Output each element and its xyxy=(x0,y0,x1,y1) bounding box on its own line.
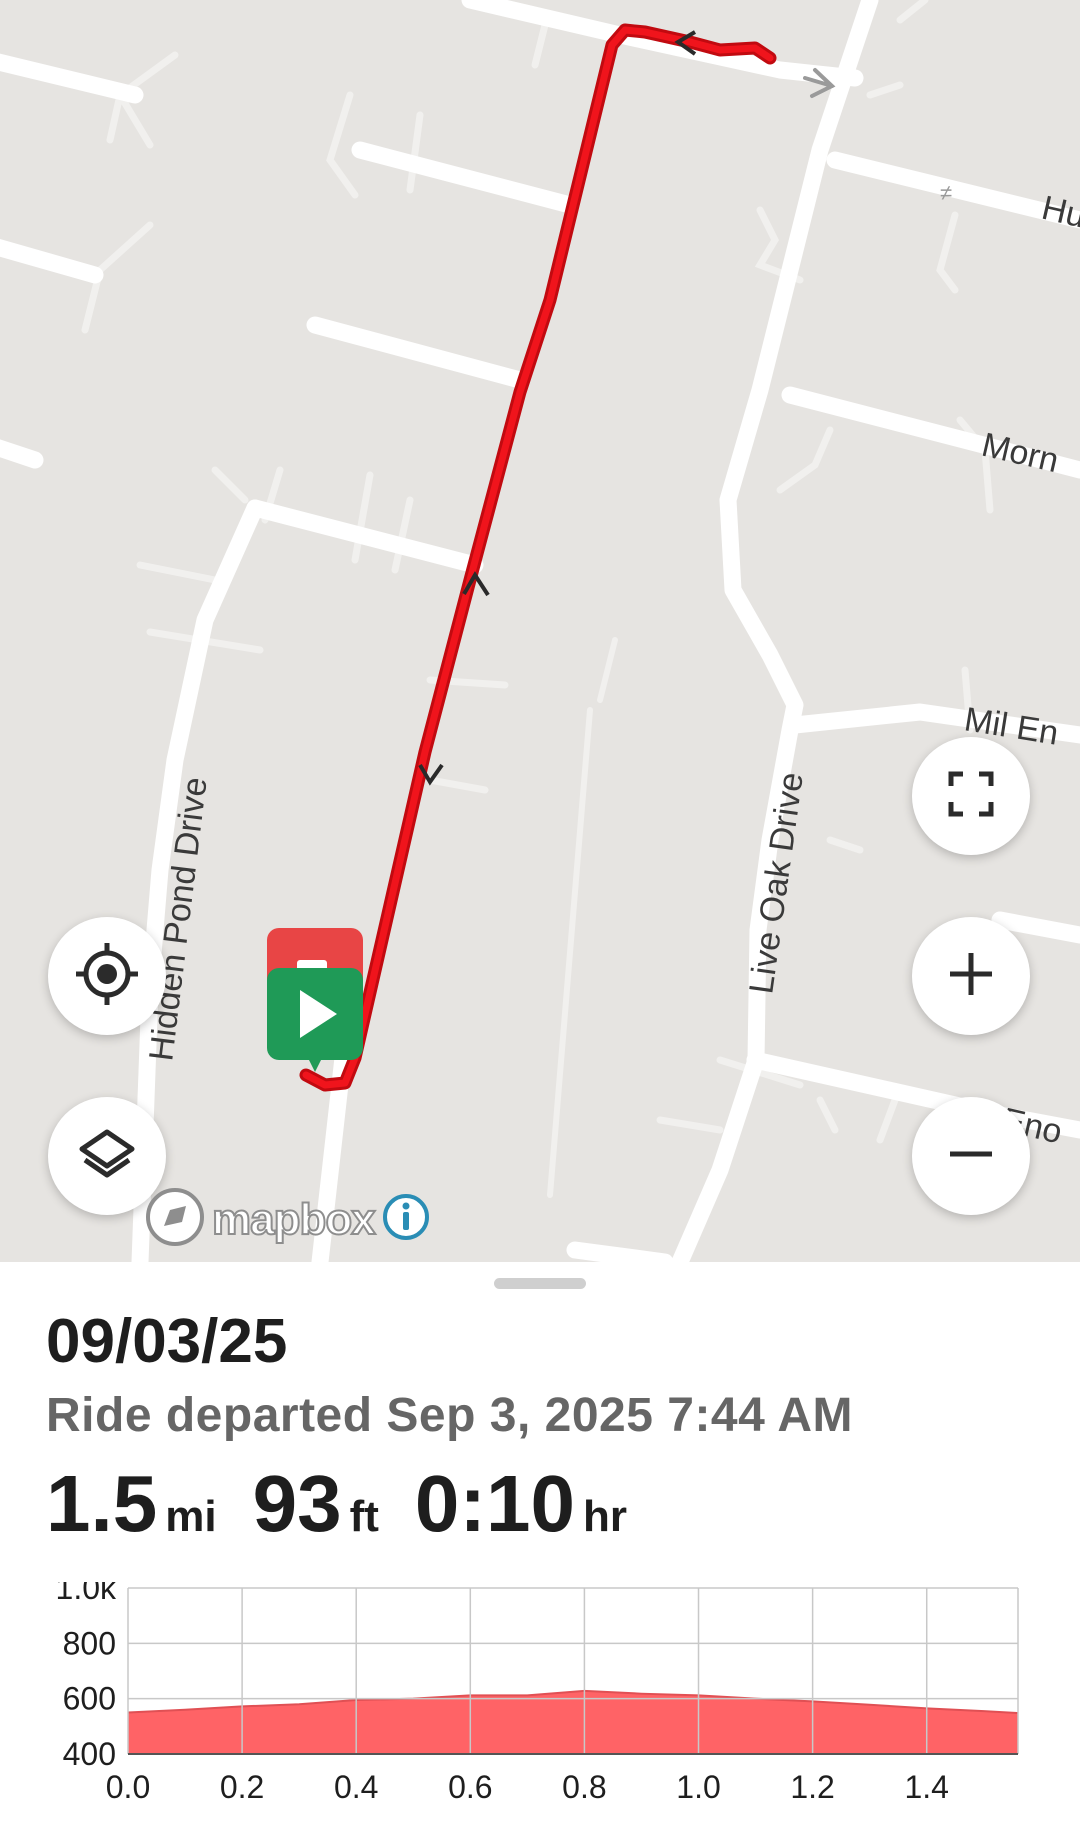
street-label-morn: Morn xyxy=(978,426,1062,480)
svg-text:≠: ≠ xyxy=(940,180,952,205)
x-tick-label: 0.4 xyxy=(334,1769,378,1805)
mapbox-attribution[interactable]: mapbox xyxy=(144,1186,431,1253)
fullscreen-icon xyxy=(947,770,995,823)
x-tick-label: 1.4 xyxy=(904,1769,948,1805)
y-tick-label: 1.0k xyxy=(56,1582,117,1606)
ride-stats: 1.5 mi 93 ft 0:10 hr xyxy=(46,1458,663,1550)
crosshair-target-icon xyxy=(74,941,140,1012)
zoom-out-button[interactable] xyxy=(912,1097,1030,1215)
stat-elevation-value: 93 xyxy=(252,1459,342,1548)
x-tick-label: 1.2 xyxy=(790,1769,834,1805)
minus-icon xyxy=(946,1129,996,1184)
info-icon[interactable] xyxy=(381,1192,431,1247)
fullscreen-button[interactable] xyxy=(912,737,1030,855)
y-tick-label: 800 xyxy=(63,1625,116,1661)
layers-icon xyxy=(77,1124,137,1189)
x-tick-label: 0.8 xyxy=(562,1769,606,1805)
plus-icon xyxy=(946,949,996,1004)
y-tick-label: 400 xyxy=(63,1736,116,1772)
sheet-drag-handle[interactable] xyxy=(494,1278,586,1289)
stat-distance-value: 1.5 xyxy=(46,1459,158,1548)
elevation-area xyxy=(128,1690,1018,1754)
stat-elevation-unit: ft xyxy=(349,1492,379,1541)
locate-button[interactable] xyxy=(48,917,166,1035)
street-label-hu: Hu xyxy=(1038,189,1080,236)
mapbox-logo-icon xyxy=(144,1186,206,1253)
x-tick-label: 1.0 xyxy=(676,1769,720,1805)
ride-subtitle: Ride departed Sep 3, 2025 7:44 AM xyxy=(46,1389,854,1442)
stat-duration: 0:10 hr xyxy=(415,1458,627,1550)
route-start-marker[interactable] xyxy=(267,968,363,1072)
stat-duration-value: 0:10 xyxy=(414,1459,575,1548)
stat-elevation: 93 ft xyxy=(253,1458,379,1550)
street-label-live-oak: Live Oak Drive xyxy=(742,770,811,996)
x-tick-label: 0.6 xyxy=(448,1769,492,1805)
stat-distance: 1.5 mi xyxy=(46,1458,217,1550)
map-canvas[interactable]: ≠ Hidden Pond Drive Live Oak Drive Hu Mo… xyxy=(0,0,1080,1262)
zoom-in-button[interactable] xyxy=(912,917,1030,1035)
ride-title: 09/03/25 xyxy=(46,1307,288,1376)
elevation-chart[interactable]: 1.0k 800 600 4000.0 0.2 0.4 0.6 0.8 1.0 1.2 1.4 xyxy=(0,1582,1080,1822)
y-tick-label: 600 xyxy=(63,1681,116,1717)
map-view[interactable]: ≠ Hidden Pond Drive Live Oak Drive Hu Mo… xyxy=(0,0,1080,1262)
x-tick-label: 0.0 xyxy=(106,1769,150,1805)
stat-distance-unit: mi xyxy=(165,1492,217,1541)
x-tick-label: 0.2 xyxy=(220,1769,264,1805)
ride-details-sheet[interactable]: 09/03/25 Ride departed Sep 3, 2025 7:44 … xyxy=(0,1262,1080,1822)
stat-duration-unit: hr xyxy=(583,1492,627,1541)
mapbox-wordmark: mapbox xyxy=(211,1194,377,1245)
